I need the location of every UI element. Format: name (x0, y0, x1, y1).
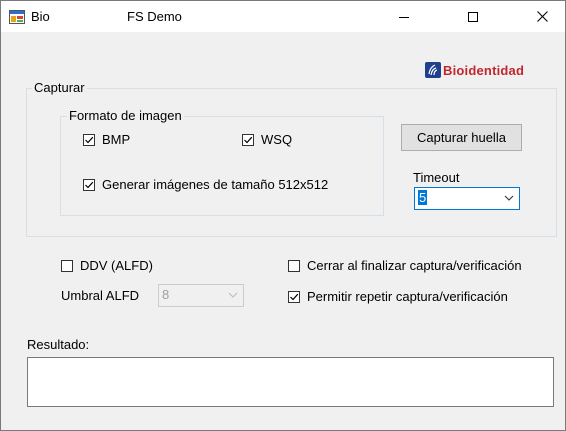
window-title: FS Demo (127, 9, 182, 24)
client-area: Bioidentidad Capturar Formato de imagen … (1, 32, 565, 430)
close-button[interactable] (519, 1, 565, 32)
wsq-label: WSQ (261, 132, 293, 147)
bioidentidad-logo: Bioidentidad (425, 62, 524, 78)
wsq-checkbox-box[interactable] (242, 133, 254, 146)
capture-fingerprint-button[interactable]: Capturar huella (401, 124, 522, 151)
resultado-textbox[interactable] (27, 357, 554, 407)
permitir-checkbox-box[interactable] (288, 290, 300, 303)
minimize-button[interactable] (381, 1, 427, 32)
maximize-button[interactable] (450, 1, 496, 32)
app-icon[interactable] (9, 9, 25, 25)
title-bar[interactable]: Bio FS Demo (1, 1, 565, 32)
chevron-down-icon (228, 292, 238, 298)
umbral-label: Umbral ALFD (61, 288, 140, 303)
formato-legend: Formato de imagen (67, 108, 184, 123)
timeout-select[interactable]: 5 (414, 187, 520, 210)
cerrar-checkbox[interactable]: Cerrar al finalizar captura/verificación (288, 258, 522, 273)
checkmark-icon (290, 293, 299, 300)
checkmark-icon (85, 136, 94, 143)
fingerprint-logo-icon (425, 62, 441, 78)
chevron-down-icon (504, 195, 514, 201)
maximize-icon (468, 11, 478, 22)
umbral-value: 8 (162, 287, 170, 302)
formato-group (60, 116, 384, 216)
checkmark-icon (85, 181, 94, 188)
ddv-checkbox[interactable]: DDV (ALFD) (61, 258, 153, 273)
wsq-checkbox[interactable]: WSQ (242, 132, 292, 147)
ddv-checkbox-box[interactable] (61, 259, 73, 272)
window-app-name: Bio (31, 9, 50, 24)
cerrar-checkbox-box[interactable] (288, 259, 300, 272)
ddv-label: DDV (ALFD) (80, 258, 153, 273)
umbral-select[interactable]: 8 (158, 284, 244, 307)
resize-checkbox-box[interactable] (83, 178, 95, 191)
resize-checkbox[interactable]: Generar imágenes de tamaño 512x512 (83, 177, 328, 192)
checkmark-icon (244, 136, 253, 143)
logo-text: Bioidentidad (443, 62, 525, 78)
bmp-checkbox-box[interactable] (83, 133, 95, 146)
minimize-icon (399, 16, 409, 18)
timeout-label: Timeout (413, 170, 460, 185)
resize-label: Generar imágenes de tamaño 512x512 (102, 177, 329, 192)
permitir-label: Permitir repetir captura/verificación (307, 289, 508, 304)
capturar-legend: Capturar (32, 80, 87, 95)
app-window: Bio FS Demo Bioidentidad Capturar Format… (0, 0, 566, 431)
timeout-value: 5 (418, 190, 428, 205)
cerrar-label: Cerrar al finalizar captura/verificación (307, 258, 522, 273)
permitir-checkbox[interactable]: Permitir repetir captura/verificación (288, 289, 508, 304)
close-icon (536, 11, 548, 22)
bmp-label: BMP (102, 132, 131, 147)
resultado-label: Resultado: (27, 337, 90, 352)
bmp-checkbox[interactable]: BMP (83, 132, 130, 147)
